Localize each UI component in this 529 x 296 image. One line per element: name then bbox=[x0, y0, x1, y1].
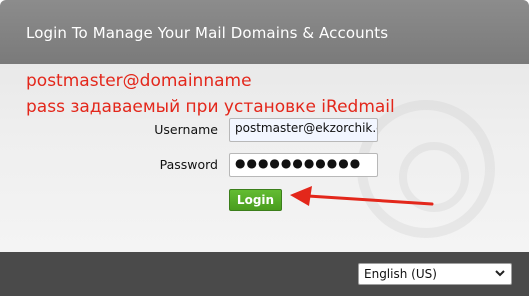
language-select-value: English (US) bbox=[364, 267, 437, 281]
password-input[interactable]: ●●●●●●●●●●● bbox=[229, 153, 378, 177]
annotation-line-2: pass задаваемый при установке iRedmail bbox=[26, 97, 395, 117]
login-window: Login To Manage Your Mail Domains & Acco… bbox=[0, 0, 529, 296]
annotation-line-1: postmaster@domainname bbox=[26, 71, 252, 91]
footer-bar: English (US) bbox=[0, 252, 529, 296]
page-title: Login To Manage Your Mail Domains & Acco… bbox=[26, 24, 389, 42]
header-bar: Login To Manage Your Mail Domains & Acco… bbox=[0, 0, 529, 64]
login-panel: postmaster@domainname pass задаваемый пр… bbox=[0, 64, 529, 252]
chevron-down-icon bbox=[495, 270, 505, 277]
username-input[interactable]: postmaster@ekzorchik.c bbox=[229, 118, 378, 142]
login-button[interactable]: Login bbox=[229, 189, 282, 211]
language-select[interactable]: English (US) bbox=[358, 263, 512, 285]
red-arrow-icon bbox=[290, 186, 434, 206]
password-label: Password bbox=[159, 157, 218, 172]
username-label: Username bbox=[154, 122, 218, 137]
